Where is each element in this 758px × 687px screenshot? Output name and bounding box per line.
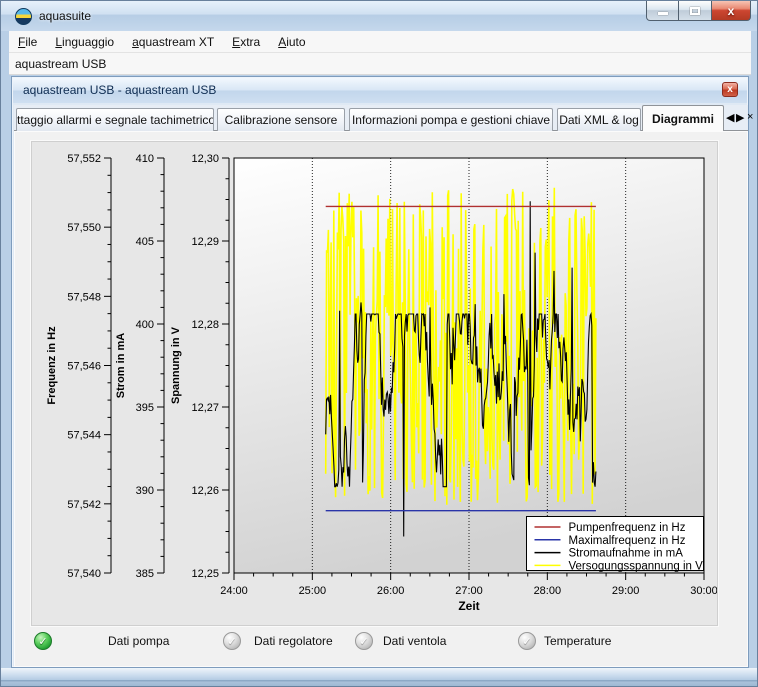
svg-text:385: 385 [136, 568, 154, 580]
svg-text:395: 395 [136, 402, 154, 414]
child-close-button[interactable]: x [722, 82, 738, 97]
menu-item-file[interactable]: File [9, 31, 46, 53]
svg-text:12,25: 12,25 [191, 568, 219, 580]
status-label-dati-pompa: Dati pompa [108, 634, 169, 648]
svg-text:25:00: 25:00 [299, 585, 327, 597]
svg-text:12,26: 12,26 [191, 485, 219, 497]
menu-item-extra[interactable]: Extra [223, 31, 269, 53]
svg-text:12,30: 12,30 [191, 153, 219, 165]
caption-buttons: x [646, 1, 751, 21]
tab-dati-xml-log[interactable]: Dati XML & log [557, 108, 641, 131]
child-title-bar[interactable]: aquastream USB - aquastream USB x [13, 78, 747, 103]
svg-text:Maximalfrequenz in Hz: Maximalfrequenz in Hz [569, 535, 686, 547]
svg-text:57,546: 57,546 [67, 361, 101, 373]
menu-item-aiuto[interactable]: Aiuto [269, 31, 314, 53]
svg-text:Frequenz in Hz: Frequenz in Hz [46, 326, 58, 405]
svg-text:405: 405 [136, 236, 154, 248]
svg-text:29:00: 29:00 [612, 585, 640, 597]
svg-text:57,548: 57,548 [67, 291, 101, 303]
svg-text:28:00: 28:00 [534, 585, 562, 597]
maximize-button[interactable] [679, 1, 711, 21]
tab-ttaggio-allarmi-e-segnale-tach[interactable]: ttaggio allarmi e segnale tachimetrico [16, 108, 214, 131]
menu-bar: FileLinguaggioaquastream XTExtraAiuto [9, 31, 751, 53]
menu-item-aquastream-xt[interactable]: aquastream XT [123, 31, 223, 53]
svg-text:390: 390 [136, 485, 154, 497]
tab-close-icon[interactable]: × [747, 111, 753, 123]
svg-text:27:00: 27:00 [455, 585, 483, 597]
aquasuite-logo-icon [15, 8, 32, 25]
title-bar[interactable]: aquasuite x [1, 1, 758, 31]
status-label-dati-regolatore: Dati regolatore [254, 634, 333, 648]
svg-text:57,552: 57,552 [67, 153, 101, 165]
mdi-menu-item[interactable]: aquastream USB [9, 53, 106, 71]
window-title: aquasuite [39, 9, 91, 23]
svg-text:57,550: 57,550 [67, 222, 101, 234]
status-check-icon-gray: ✓ [223, 632, 241, 650]
svg-text:57,544: 57,544 [67, 430, 101, 442]
svg-text:Pumpenfrequenz in Hz: Pumpenfrequenz in Hz [569, 522, 686, 534]
svg-text:Stromaufnahme in mA: Stromaufnahme in mA [569, 548, 684, 560]
status-label-dati-ventola: Dati ventola [383, 634, 446, 648]
chart-container: 57,540 57,542 57,544 57,546 57,548 57,550 57,5… [31, 141, 718, 626]
svg-text:26:00: 26:00 [377, 585, 405, 597]
window-bottom-frame [1, 668, 758, 687]
svg-text:Spannung in V: Spannung in V [170, 326, 182, 404]
svg-text:Zeit: Zeit [458, 599, 479, 613]
tab-strip: ttaggio allarmi e segnale tachimetricoCa… [14, 105, 748, 131]
svg-text:12,27: 12,27 [191, 402, 219, 414]
diagram-chart: 57,540 57,542 57,544 57,546 57,548 57,550 57,5… [32, 142, 717, 625]
application-window: aquasuite x FileLinguaggioaquastream XTE… [0, 0, 758, 687]
svg-text:30:00: 30:00 [690, 585, 717, 597]
svg-text:57,540: 57,540 [67, 568, 101, 580]
status-label-temperature: Temperature [544, 634, 611, 648]
svg-text:Versogungsspannung in V: Versogungsspannung in V [569, 560, 704, 572]
tab-informazioni-pompa-e-gestioni-[interactable]: Informazioni pompa e gestioni chiave [349, 108, 553, 131]
maximize-icon [690, 7, 700, 15]
mdi-menu-row: aquastream USB [9, 53, 751, 75]
close-icon: x [728, 5, 735, 17]
svg-text:Strom in mA: Strom in mA [115, 333, 127, 398]
minimize-icon [658, 12, 668, 15]
svg-text:410: 410 [136, 153, 154, 165]
tab-diagrammi[interactable]: Diagrammi [642, 105, 724, 131]
tab-calibrazione-sensore[interactable]: Calibrazione sensore [217, 108, 345, 131]
close-button[interactable]: x [711, 1, 751, 21]
status-check-icon-green: ✓ [34, 632, 52, 650]
menu-item-linguaggio[interactable]: Linguaggio [46, 31, 123, 53]
child-window: aquastream USB - aquastream USB x ttaggi… [11, 76, 749, 668]
svg-text:12,29: 12,29 [191, 236, 219, 248]
svg-text:400: 400 [136, 319, 154, 331]
tab-page-diagrammi: 57,540 57,542 57,544 57,546 57,548 57,550 57,5… [14, 131, 748, 667]
status-check-icon-gray: ✓ [518, 632, 536, 650]
tab-scroll-left-icon[interactable]: ◀ [726, 111, 734, 124]
minimize-button[interactable] [646, 1, 679, 21]
tab-scroll-right-icon[interactable]: ▶ [736, 111, 744, 124]
svg-text:24:00: 24:00 [220, 585, 248, 597]
status-check-icon-gray: ✓ [355, 632, 373, 650]
svg-text:12,28: 12,28 [191, 319, 219, 331]
child-window-title: aquastream USB - aquastream USB [23, 83, 216, 97]
svg-text:57,542: 57,542 [67, 499, 101, 511]
